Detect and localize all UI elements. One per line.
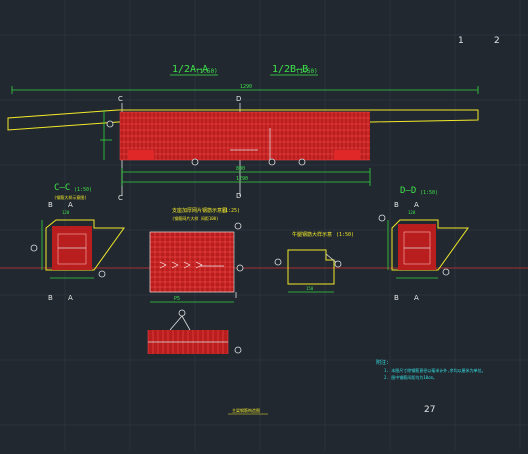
section-c-dim-top: 120 [62,210,70,215]
page-number-2[interactable]: 2 [494,36,500,46]
anchor-leader-2 [181,315,191,331]
section-c-bubble-left [30,244,38,252]
bracket-detail[interactable]: 牛腿钢筋大样示意 (1:50) 150 [274,231,354,293]
drawing-number[interactable]: 27 [424,405,435,415]
top-dimension-text: 1290 [240,84,252,90]
cad-drawing-svg[interactable]: 1 2 1/2A—A (1:50) 1/2B—B (1:50) 1290 C D [0,0,528,450]
notes-block[interactable]: 附注: 1. 本图尺寸除钢筋直径以毫米计外,余均以厘米为单位。 2. 图中钢筋间… [376,359,486,380]
mesh-detail[interactable]: 支座加厚网片钢筋示意图 (1:25) (钢筋网片大样 间距100) P5 [149,207,244,303]
bracket-title: 牛腿钢筋大样示意 [292,231,332,238]
cut-mark-d-top: D [236,95,241,103]
bottom-dimension-text-2: 1290 [236,176,248,182]
section-d-bottom-label-a: A [414,294,419,302]
section-d-top-label-a: A [414,201,419,209]
mesh-bubble-top [234,222,242,230]
bottom-dimension-text-1: 800 [236,166,245,172]
notes-heading: 附注: [376,359,389,366]
section-d-bottom-label-b: B [394,294,399,302]
section-c-subtitle: (钢筋大样示意图) [54,194,87,200]
mesh-detail-subtitle: (钢筋网片大样 间距100) [172,215,218,221]
section-c-top-label-a: A [68,201,73,209]
mesh-detail-title: 支座加厚网片钢筋示意图 [172,207,227,214]
section-c-c[interactable]: C—C (1:50) (钢筋大样示意图) B A 120 B A [30,183,125,302]
section-d-top-label-b: B [394,201,399,209]
cut-mark-c-top: C [118,95,123,103]
mesh-bubble [236,264,244,272]
rebar-body [119,111,370,161]
section-c-title: C—C [54,183,70,193]
section-c-top-label-b: B [48,201,53,209]
mesh-detail-scale: (1:25) [222,208,240,214]
callout-bubble-1 [191,158,199,166]
section-d-scale: (1:50) [420,190,438,196]
notes-line-2: 2. 图中钢筋间距均为10cm。 [384,374,437,380]
section-d-bubble-right [442,268,450,276]
cut-mark-c-bottom: C [118,194,123,202]
anchor-bubble [178,309,186,317]
main-section[interactable]: 1/2A—A (1:50) 1/2B—B (1:50) 1290 C D 800… [7,64,479,202]
notes-line-1: 1. 本图尺寸除钢筋直径以毫米计外,余均以厘米为单位。 [384,367,486,373]
callout-bubble-2 [298,158,306,166]
bracket-bubble [334,260,342,268]
cad-drawing-canvas[interactable]: 1 2 1/2A—A (1:50) 1/2B—B (1:50) 1290 C D [0,0,528,450]
section-d-bubble-left [378,214,386,222]
callout-bubble-left [106,120,114,128]
page-number-1[interactable]: 1 [458,36,464,46]
bracket-bubble-left [274,258,282,266]
section-c-scale: (1:50) [74,187,92,193]
section-c-bubble-right [98,270,106,278]
bracket-scale: (1:50) [336,232,354,238]
bracket-dim-text: 150 [306,286,314,291]
background-grid [0,0,528,450]
section-d-dim-top: 120 [408,210,416,215]
anchor-leader-1 [169,315,183,331]
section-label-b-scale: (1:50) [296,68,318,75]
section-c-bottom-label-b: B [48,294,53,302]
section-label-a-scale: (1:50) [196,68,218,75]
cut-mark-d-bottom: D [236,192,241,200]
anchor-bubble-right [234,346,242,354]
mesh-dim-text: P5 [174,296,180,302]
section-d-title: D—D [400,186,416,196]
bottom-caption: 主梁钢筋构造图 [232,407,260,413]
section-c-bottom-label-a: A [68,294,73,302]
